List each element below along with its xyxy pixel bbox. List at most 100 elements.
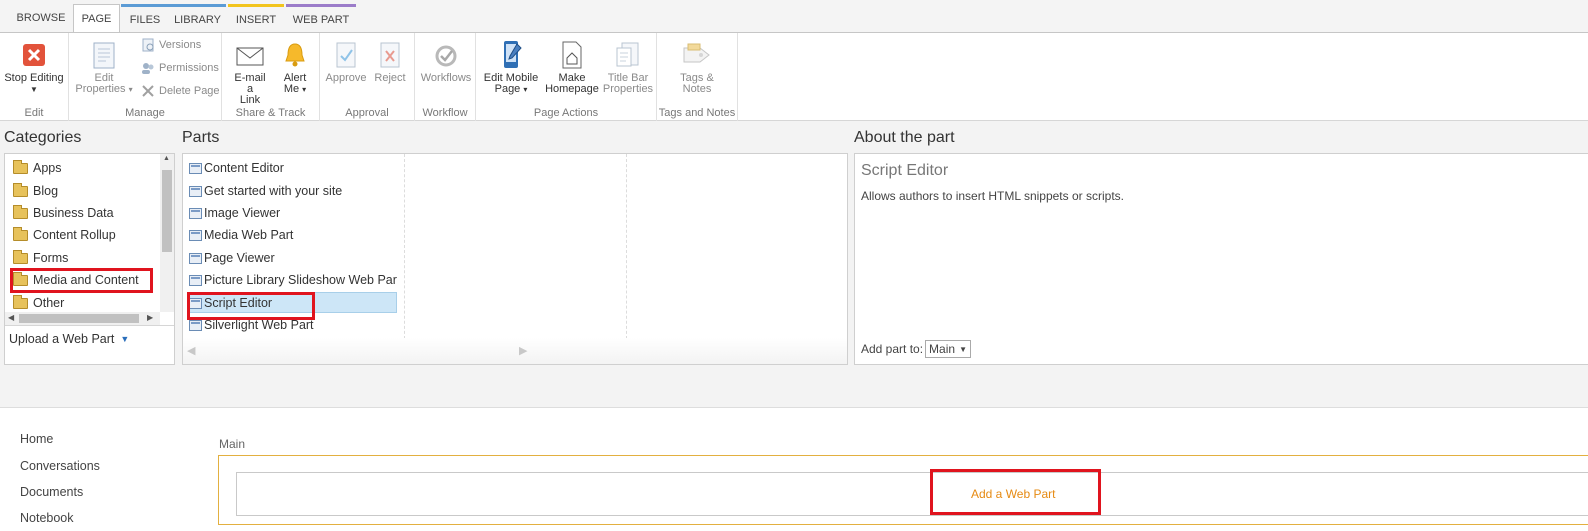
category-item[interactable]: Blog [13,181,58,201]
add-part-to-label: Add part to: [861,342,924,356]
nav-item-notebook[interactable]: Notebook [20,511,74,525]
folder-icon [13,226,28,241]
previous-arrow-icon[interactable]: ◀ [187,344,195,357]
scroll-right-icon[interactable]: ▶ [147,313,153,322]
group-manage: Edit Properties ▾ Versions Permissions D… [69,33,222,121]
upload-label: Upload a Web Part [9,332,115,346]
category-label: Business Data [33,206,114,220]
ribbon-tab-bar: BROWSE PAGE FILES LIBRARY INSERT WEB PAR… [0,0,1588,32]
nav-item-home[interactable]: Home [20,432,53,446]
zone-select[interactable]: Main ▼ [925,340,971,358]
versions-label: Versions [159,39,202,51]
column-divider [404,154,405,344]
permissions-button[interactable]: Permissions [141,61,219,75]
categories-panel: Apps Blog Business Data Content Rollup F… [4,153,175,365]
edit-properties-icon [88,39,120,71]
stop-editing-label: Stop Editing [4,72,64,84]
part-item-selected[interactable]: Script Editor [189,293,272,313]
email-label-1: E-mail a [234,72,266,95]
mobile-icon [495,39,527,71]
make-homepage-button[interactable]: Make Homepage [544,39,600,95]
edit-properties-button[interactable]: Edit Properties ▾ [75,39,133,95]
scroll-left-icon[interactable]: ◀ [8,313,14,322]
alert-me-button[interactable]: Alert Me ▾ [278,39,312,95]
part-item[interactable]: Media Web Part [189,225,293,245]
tab-page[interactable]: PAGE [73,4,120,32]
about-part-description: Allows authors to insert HTML snippets o… [861,189,1124,203]
part-label: Picture Library Slideshow Web Par [204,273,397,287]
nav-item-conversations[interactable]: Conversations [20,459,100,473]
alert-label-2: Me ▾ [283,83,307,95]
workflow-icon [430,39,462,71]
tab-insert[interactable]: INSERT [228,4,284,32]
categories-horizontal-scrollbar[interactable]: ◀ ▶ [5,312,160,325]
category-item[interactable]: Forms [13,248,68,268]
approve-icon [330,39,362,71]
part-item[interactable]: Picture Library Slideshow Web Par [189,270,397,290]
category-item[interactable]: Content Rollup [13,225,116,245]
tags-label-2: Notes [682,83,712,95]
next-arrow-icon[interactable]: ▶ [519,344,527,357]
web-part-icon [189,229,202,241]
versions-button[interactable]: Versions [141,38,201,52]
tab-browse[interactable]: BROWSE [10,4,72,32]
add-web-part-link[interactable]: Add a Web Part [971,487,1056,501]
upload-web-part-button[interactable]: Upload a Web Part ▼ [9,332,129,346]
category-item[interactable]: Other [13,293,64,312]
versions-icon [142,38,154,52]
web-part-icon [189,162,202,174]
envelope-icon [234,39,266,71]
email-link-button[interactable]: E-mail a Link [230,39,270,106]
tab-files[interactable]: FILES [121,4,169,32]
group-share-track: E-mail a Link Alert Me ▾ Share & Track [222,33,320,121]
approve-button[interactable]: Approve [325,39,367,84]
reject-button[interactable]: Reject [372,39,408,84]
title-bar-properties-button[interactable]: Title Bar Properties [602,39,654,95]
group-page-actions: Edit Mobile Page ▾ Make Homepage Title B… [476,33,657,121]
part-item[interactable]: Page Viewer [189,248,275,268]
scrollbar-thumb[interactable] [162,170,172,252]
group-label-workflow: Workflow [422,107,468,119]
part-label: Page Viewer [204,251,275,265]
group-approval: Approve Reject Approval [320,33,415,121]
tab-library[interactable]: LIBRARY [169,4,226,32]
nav-item-documents[interactable]: Documents [20,485,83,499]
part-item[interactable]: Get started with your site [189,181,342,201]
stop-editing-button[interactable]: Stop Editing ▼ [4,39,64,95]
group-edit: Stop Editing ▼ Edit [0,33,69,121]
part-item[interactable]: Content Editor [189,158,284,178]
email-label-2: Link [239,94,261,106]
delete-page-button[interactable]: Delete Page [141,84,220,98]
part-item[interactable]: Silverlight Web Part [189,315,314,335]
category-item-selected[interactable]: Media and Content [13,270,139,290]
folder-icon [13,294,28,309]
tag-icon [681,39,713,71]
category-item[interactable]: Apps [13,158,62,178]
tags-notes-button[interactable]: Tags & Notes [671,39,723,95]
part-item[interactable]: Image Viewer [189,203,280,223]
zone-label: Main [219,437,246,451]
ribbon: Stop Editing ▼ Edit Edit Properties ▾ Ve… [0,32,1588,121]
tab-web-part[interactable]: WEB PART [286,4,356,32]
folder-icon [13,182,28,197]
categories-title: Categories [4,129,82,146]
group-workflow: Workflows Workflow [415,33,476,121]
workflows-label: Workflows [420,72,472,84]
category-item[interactable]: Business Data [13,203,114,223]
chevron-down-icon: ▼ [959,344,967,354]
divider [5,325,174,326]
categories-vertical-scrollbar[interactable]: ▲ [160,154,174,312]
approve-label: Approve [325,72,367,84]
group-label-edit: Edit [24,107,44,119]
folder-icon [13,271,28,286]
edit-mobile-page-button[interactable]: Edit Mobile Page ▾ [482,39,540,95]
scroll-up-icon[interactable]: ▲ [163,155,170,162]
scrollbar-thumb[interactable] [19,314,139,323]
folder-icon [13,159,28,174]
chevron-down-icon: ▼ [120,334,130,344]
parts-title: Parts [182,129,220,146]
workflows-button[interactable]: Workflows [419,39,473,84]
group-label-approval: Approval [345,107,389,119]
mobile-label-2: Page ▾ [494,83,528,95]
web-part-icon [189,274,202,286]
